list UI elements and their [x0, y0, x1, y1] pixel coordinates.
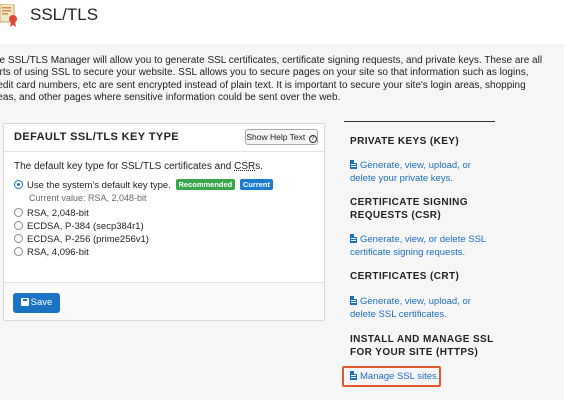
link-text: delete SSL certificates.: [350, 308, 447, 320]
key-type-option-default[interactable]: Use the system's default key type. Recom…: [14, 179, 273, 191]
current-badge: Current: [239, 179, 273, 190]
page-header: SSL/TLS: [0, 0, 564, 44]
intro-text: he SSL/TLS Manager will allow you to gen…: [0, 55, 564, 105]
option-label: Use the system's default key type.: [27, 180, 171, 191]
option-label: ECDSA, P-384 (secp384r1): [27, 221, 144, 232]
highlight-box: [342, 366, 441, 387]
help-button-label: Show Help Text: [246, 132, 306, 142]
document-icon: [350, 296, 357, 305]
heading-line: CERTIFICATE SIGNING: [350, 197, 468, 208]
private-keys-heading: PRIVATE KEYS (KEY): [350, 136, 460, 147]
radio-button[interactable]: [14, 221, 23, 230]
panel-footer: Save: [4, 282, 324, 320]
radio-button[interactable]: [14, 247, 23, 256]
page-title: SSL/TLS: [30, 5, 99, 24]
intro-line: redit card numbers, etc are sent encrypt…: [0, 79, 526, 91]
install-ssl-heading: INSTALL AND MANAGE SSL FOR YOUR SITE (HTT…: [350, 334, 494, 359]
link-text: Generate, view, upload, or: [360, 296, 471, 307]
description-prefix: The default key type for SSL/TLS certifi…: [14, 161, 235, 172]
key-type-option-ecdsa-p256[interactable]: ECDSA, P-256 (prime256v1): [14, 234, 149, 246]
panel-header: DEFAULT SSL/TLS KEY TYPE Show Help Text …: [4, 124, 324, 152]
link-text: Generate, view, or delete SSL: [360, 234, 487, 245]
key-type-option-rsa-2048[interactable]: RSA, 2,048-bit: [14, 208, 89, 220]
link-text: delete your private keys.: [350, 172, 453, 184]
intro-line: reas, and other pages where sensitive in…: [0, 92, 341, 104]
private-keys-link[interactable]: Generate, view, upload, or delete your pr…: [350, 160, 471, 185]
show-help-text-button[interactable]: Show Help Text ?: [245, 129, 318, 145]
key-type-option-rsa-4096[interactable]: RSA, 4,096-bit: [14, 247, 89, 259]
sidebar-divider: [344, 121, 495, 122]
certificate-icon: [0, 4, 17, 27]
key-type-panel: DEFAULT SSL/TLS KEY TYPE Show Help Text …: [3, 123, 325, 321]
heading-line: INSTALL AND MANAGE SSL: [350, 334, 494, 345]
description-suffix: s.: [255, 161, 264, 172]
current-value-text: Current value: RSA, 2,048-bit: [29, 193, 147, 203]
document-icon: [350, 160, 357, 169]
radio-button[interactable]: [14, 208, 23, 217]
save-label: Save: [30, 297, 53, 308]
heading-line: REQUESTS (CSR): [350, 209, 442, 221]
panel-title: DEFAULT SSL/TLS KEY TYPE: [14, 131, 180, 143]
option-label: RSA, 4,096-bit: [27, 247, 89, 258]
intro-line: arts of using SSL to secure your website…: [0, 67, 529, 79]
radio-button[interactable]: [14, 234, 23, 243]
csr-heading: CERTIFICATE SIGNING REQUESTS (CSR): [350, 197, 468, 222]
option-label: RSA, 2,048-bit: [27, 208, 89, 219]
intro-line: he SSL/TLS Manager will allow you to gen…: [0, 55, 543, 66]
certificates-heading: CERTIFICATES (CRT): [350, 271, 460, 282]
question-circle-icon: ?: [308, 135, 317, 143]
link-text: certificate signing requests.: [350, 246, 466, 258]
recommended-badge: Recommended: [175, 179, 236, 190]
csr-link[interactable]: Generate, view, or delete SSL certificate…: [350, 234, 486, 259]
document-icon: [350, 234, 357, 243]
option-label: ECDSA, P-256 (prime256v1): [27, 234, 149, 245]
floppy-disk-icon: [20, 298, 29, 306]
csr-abbreviation: CSR: [234, 161, 256, 172]
radio-button-selected[interactable]: [14, 180, 23, 189]
link-text: Generate, view, upload, or: [360, 160, 471, 171]
save-button[interactable]: Save: [13, 293, 60, 313]
heading-line: FOR YOUR SITE (HTTPS): [350, 346, 479, 358]
key-type-option-ecdsa-p384[interactable]: ECDSA, P-384 (secp384r1): [14, 221, 144, 233]
panel-description: The default key type for SSL/TLS certifi…: [14, 161, 263, 172]
certificates-link[interactable]: Generate, view, upload, or delete SSL cer…: [350, 296, 471, 321]
